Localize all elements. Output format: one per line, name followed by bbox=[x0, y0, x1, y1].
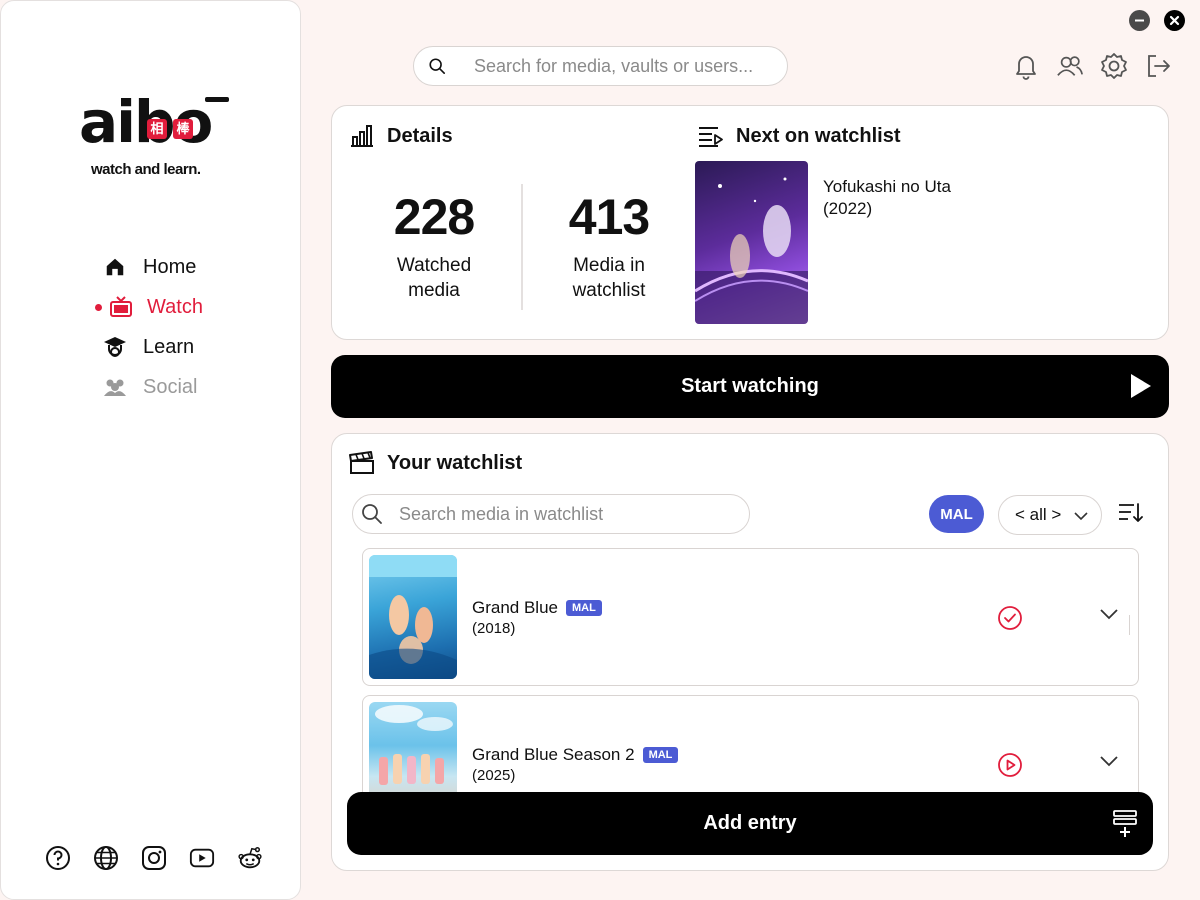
stat-value: 228 bbox=[393, 189, 475, 245]
stat-value: 413 bbox=[568, 189, 650, 245]
sort-button[interactable] bbox=[1118, 502, 1146, 530]
watchlist-search[interactable] bbox=[352, 494, 750, 534]
play-circle-icon[interactable] bbox=[997, 752, 1023, 778]
logo-kanji-char: 棒 bbox=[173, 119, 193, 139]
users-icon bbox=[103, 375, 127, 399]
home-icon bbox=[103, 255, 127, 279]
help-icon[interactable] bbox=[45, 845, 71, 871]
watchlist-entry[interactable]: Grand Blue MAL (2018) bbox=[362, 548, 1139, 686]
next-media-info[interactable]: Yofukashi no Uta (2022) bbox=[823, 176, 951, 220]
details-header: Details bbox=[349, 123, 453, 149]
nav-label-watch: Watch bbox=[147, 295, 203, 318]
next-media-year: (2022) bbox=[823, 199, 873, 218]
app-logo[interactable]: aibo 相 棒 watch and learn. bbox=[79, 89, 229, 178]
logo-kanji: 相 棒 bbox=[147, 119, 193, 139]
social-links bbox=[45, 845, 263, 871]
stat-label: Media in watchlist bbox=[572, 255, 646, 301]
search-icon bbox=[429, 58, 446, 75]
search-icon bbox=[362, 504, 382, 524]
start-watching-label: Start watching bbox=[681, 375, 819, 397]
playlist-icon bbox=[698, 123, 724, 149]
source-badge: MAL bbox=[566, 600, 602, 616]
nav-item-watch[interactable]: Watch bbox=[93, 287, 203, 327]
logout-icon[interactable] bbox=[1144, 52, 1172, 80]
tagline: watch and learn. bbox=[91, 161, 201, 178]
stat-watchlist: 413 Media in watchlist bbox=[529, 189, 689, 303]
window-controls bbox=[1129, 10, 1185, 31]
media-title: Grand Blue Season 2 bbox=[472, 745, 635, 764]
next-watchlist-header: Next on watchlist bbox=[698, 123, 900, 149]
main-nav: Home Watch Learn Social bbox=[93, 247, 203, 407]
source-filter-toggle[interactable]: MAL bbox=[929, 495, 984, 533]
logo-macron bbox=[205, 97, 229, 102]
add-list-icon bbox=[1113, 810, 1137, 837]
instagram-icon[interactable] bbox=[141, 845, 167, 871]
media-year: (2018) bbox=[472, 620, 516, 637]
divider bbox=[1129, 615, 1130, 635]
nav-item-home[interactable]: Home bbox=[93, 247, 203, 287]
youtube-icon[interactable] bbox=[189, 845, 215, 871]
watchlist-search-input[interactable] bbox=[399, 503, 729, 525]
friends-icon[interactable] bbox=[1056, 52, 1084, 80]
tv-icon bbox=[109, 295, 133, 319]
media-title-row: Grand Blue Season 2 MAL bbox=[472, 745, 679, 765]
add-entry-button[interactable]: Add entry bbox=[347, 792, 1153, 855]
chevron-down-icon bbox=[1074, 512, 1088, 521]
status-filter-value: < all > bbox=[1015, 505, 1062, 524]
bell-icon[interactable] bbox=[1012, 52, 1040, 80]
media-poster bbox=[369, 555, 457, 679]
details-title: Details bbox=[387, 124, 453, 147]
clapperboard-icon bbox=[349, 450, 375, 476]
active-indicator bbox=[95, 303, 102, 311]
bar-chart-icon bbox=[349, 123, 375, 149]
media-year: (2025) bbox=[472, 767, 516, 784]
sort-icon bbox=[1119, 503, 1143, 522]
media-title: Grand Blue bbox=[472, 598, 558, 617]
next-media-title: Yofukashi no Uta bbox=[823, 177, 951, 196]
stat-divider bbox=[521, 184, 523, 310]
nav-label-social: Social bbox=[143, 375, 198, 398]
stat-watched: 228 Watched media bbox=[354, 189, 514, 303]
nav-item-social[interactable]: Social bbox=[93, 367, 203, 407]
sidebar: aibo 相 棒 watch and learn. Home Watch Lea… bbox=[0, 0, 301, 900]
watchlist-title: Your watchlist bbox=[387, 451, 523, 474]
add-entry-label: Add entry bbox=[703, 812, 797, 834]
minimize-icon[interactable] bbox=[1129, 10, 1150, 31]
close-icon[interactable] bbox=[1164, 10, 1185, 31]
chevron-down-icon[interactable] bbox=[1099, 607, 1119, 621]
next-media-poster[interactable] bbox=[695, 161, 808, 324]
chevron-down-icon[interactable] bbox=[1099, 754, 1119, 768]
logo-mark: aibo 相 棒 bbox=[79, 89, 229, 155]
nav-label-learn: Learn bbox=[143, 335, 195, 358]
globe-icon[interactable] bbox=[93, 845, 119, 871]
nav-label-home: Home bbox=[143, 255, 197, 278]
gear-icon[interactable] bbox=[1100, 52, 1128, 80]
status-filter-select[interactable]: < all > bbox=[998, 495, 1102, 535]
graduation-cap-icon bbox=[103, 335, 127, 359]
check-circle-icon[interactable] bbox=[997, 605, 1023, 631]
details-card: Details 228 Watched media 413 Media in w… bbox=[331, 105, 1169, 340]
global-search-input[interactable] bbox=[474, 55, 764, 77]
next-watchlist-title: Next on watchlist bbox=[736, 124, 901, 147]
play-icon bbox=[1131, 374, 1151, 398]
start-watching-button[interactable]: Start watching bbox=[331, 355, 1169, 418]
source-badge: MAL bbox=[642, 747, 679, 763]
logo-kanji-char: 相 bbox=[147, 119, 167, 139]
nav-item-learn[interactable]: Learn bbox=[93, 327, 203, 367]
reddit-icon[interactable] bbox=[237, 845, 263, 871]
global-search[interactable] bbox=[413, 46, 788, 86]
header-actions bbox=[1012, 52, 1172, 80]
stat-label: Watched media bbox=[396, 255, 472, 301]
watchlist-header: Your watchlist bbox=[349, 450, 522, 476]
media-title-row: Grand Blue MAL bbox=[472, 598, 602, 618]
